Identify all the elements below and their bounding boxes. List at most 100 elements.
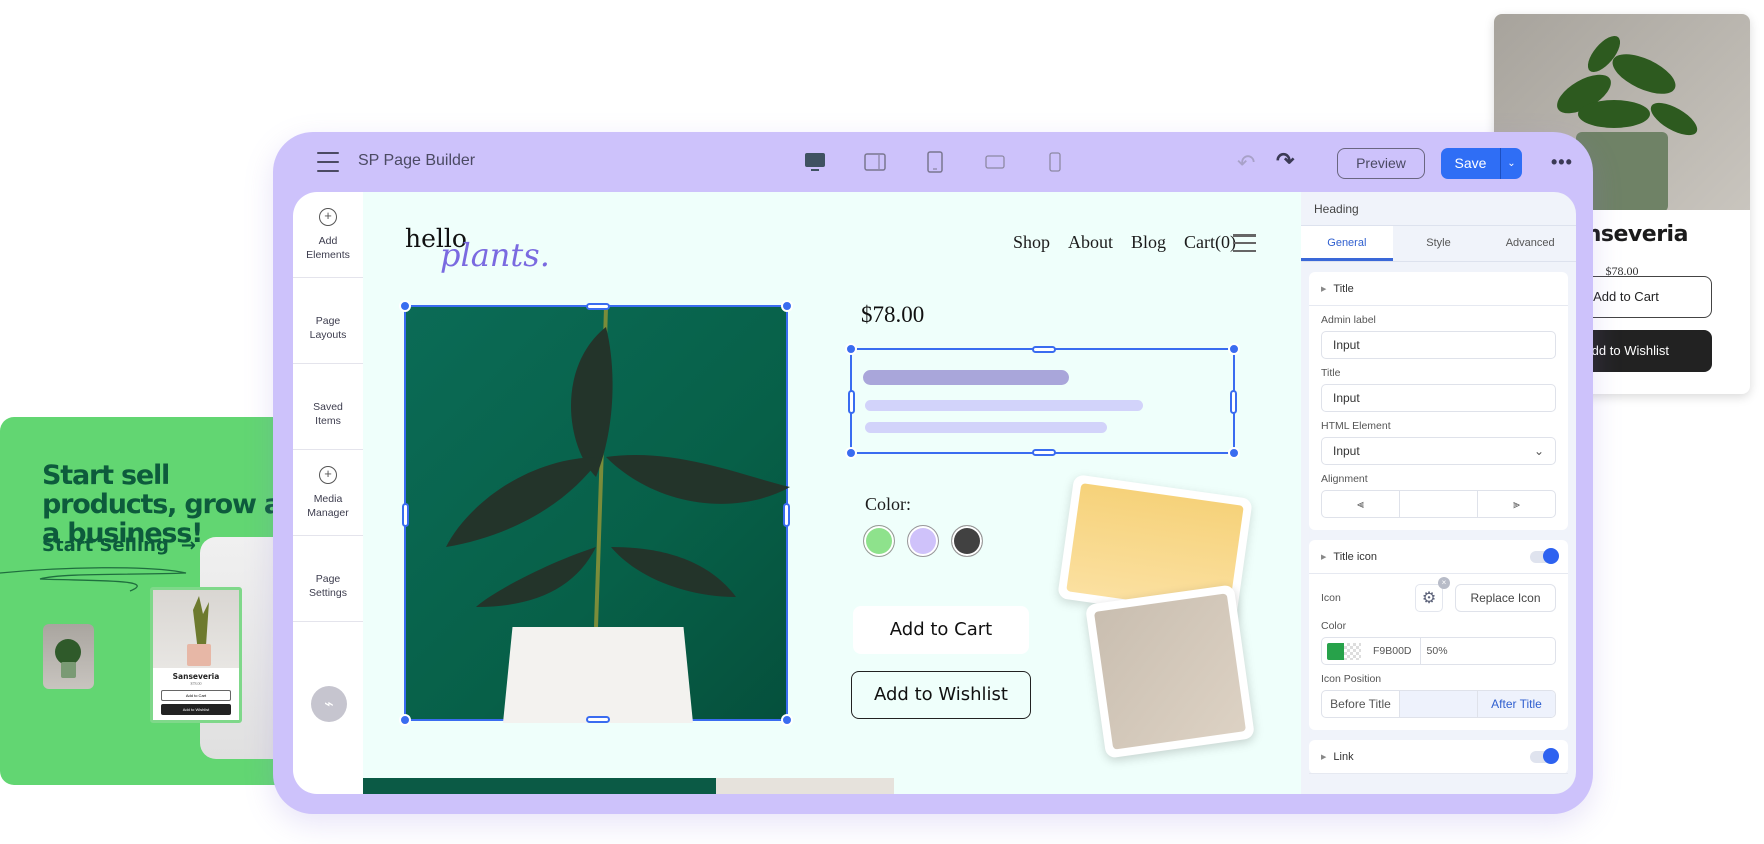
swatch-green[interactable] (863, 525, 895, 557)
sidebar-item-saved-items[interactable]: Saved Items (293, 364, 363, 450)
tab-advanced[interactable]: Advanced (1484, 226, 1576, 261)
gear-icon[interactable]: ⚙ × (1415, 577, 1450, 612)
resize-handle[interactable] (1228, 447, 1240, 459)
resize-handle[interactable] (399, 300, 411, 312)
save-options-chevron-icon[interactable]: ⌄ (1500, 148, 1522, 179)
tab-style[interactable]: Style (1393, 226, 1485, 261)
mobile-landscape-view-icon[interactable] (984, 152, 1006, 172)
mini-product-image (153, 590, 239, 668)
link-section: ▶ Link (1309, 740, 1568, 774)
hero-image-selected[interactable] (399, 300, 793, 726)
tablet-view-icon[interactable] (924, 151, 946, 173)
swatch-lavender[interactable] (907, 525, 939, 557)
caret-right-icon: ▶ (1321, 553, 1327, 561)
sidebar-item-label: Add Elements (306, 234, 350, 261)
save-button[interactable]: Save ⌄ (1441, 148, 1522, 179)
inspector-tabs: General Style Advanced (1301, 226, 1576, 262)
resize-handle[interactable] (1032, 449, 1056, 456)
page-builder-window: SP Page Builder ↶ ↷ Preview Save ⌄ ••• +… (273, 132, 1593, 814)
after-title-option[interactable]: After Title (1478, 691, 1555, 717)
mini-add-to-cart[interactable]: Add to Cart (161, 690, 231, 701)
align-center-icon[interactable] (1400, 491, 1478, 517)
title-icon-toggle[interactable] (1530, 547, 1559, 564)
menu-icon[interactable] (317, 152, 339, 172)
promo-card: Start sell products, grow as a business!… (0, 417, 290, 785)
align-left-icon[interactable]: ⫷ (1322, 491, 1400, 517)
nav-blog[interactable]: Blog (1131, 232, 1166, 253)
color-label: Color (1321, 620, 1347, 632)
resize-handle[interactable] (1032, 346, 1056, 353)
inspector-panel: Heading General Style Advanced ▶ Title Ad… (1301, 192, 1576, 794)
link-header[interactable]: ▶ Link (1309, 740, 1568, 774)
icon-position-control: Before Title After Title (1321, 690, 1556, 718)
terrazzo-pot (503, 627, 693, 723)
sidebar-item-label: Page Settings (309, 572, 347, 599)
mobile-view-icon[interactable] (1044, 152, 1066, 172)
sidebar-item-page-settings[interactable]: Page Settings (293, 536, 363, 622)
resize-handle[interactable] (783, 503, 790, 527)
title-section-header[interactable]: ▶ Title (1309, 272, 1568, 306)
section-title: Link (1333, 750, 1354, 763)
resize-handle[interactable] (781, 714, 793, 726)
remove-icon[interactable]: × (1438, 577, 1450, 589)
nav-about[interactable]: About (1068, 232, 1113, 253)
title-input[interactable]: Input (1321, 384, 1556, 412)
before-title-option[interactable]: Before Title (1322, 691, 1400, 717)
page-canvas: hello plants. Shop About Blog Cart(0) $7… (363, 192, 1301, 794)
align-right-icon[interactable]: ⫸ (1478, 491, 1555, 517)
admin-label-input[interactable]: Input (1321, 331, 1556, 359)
more-options-icon[interactable]: ••• (1551, 152, 1573, 173)
sidebar-item-add-elements[interactable]: + Add Elements (293, 192, 363, 278)
tools-sidebar: + Add Elements Page Layouts Saved Items … (293, 192, 363, 794)
resize-handle[interactable] (586, 303, 610, 310)
nav-cart[interactable]: Cart(0) (1184, 232, 1236, 253)
site-menu-icon[interactable] (1233, 234, 1256, 252)
nav-shop[interactable]: Shop (1013, 232, 1050, 253)
resize-handle[interactable] (845, 343, 857, 355)
resize-handle[interactable] (1230, 390, 1237, 414)
resize-handle[interactable] (781, 300, 793, 312)
preview-button[interactable]: Preview (1337, 148, 1425, 179)
tab-general[interactable]: General (1301, 226, 1393, 261)
swatch-charcoal[interactable] (951, 525, 983, 557)
promo-mini-product-card: Sanseveria $78.00 Add to Cart Add to Wis… (150, 587, 242, 723)
start-selling-link[interactable]: Start Selling → (42, 535, 196, 556)
add-to-wishlist-button[interactable]: Add to Wishlist (851, 671, 1031, 719)
middle-option[interactable] (1400, 691, 1478, 717)
redo-icon[interactable]: ↷ (1276, 148, 1294, 174)
icon-position-label: Icon Position (1321, 673, 1382, 685)
plus-circle-icon: + (319, 465, 337, 484)
sidebar-item-media-manager[interactable]: + Media Manager (293, 450, 363, 536)
color-picker[interactable]: F9B00D 50% (1321, 637, 1556, 665)
color-hex-value[interactable]: F9B00D (1373, 638, 1421, 664)
opacity-chip (1344, 642, 1361, 660)
clean-broom-icon[interactable]: ⌁ (311, 686, 347, 722)
color-label: Color: (865, 494, 912, 514)
resize-handle[interactable] (399, 714, 411, 726)
resize-handle[interactable] (848, 390, 855, 414)
add-to-cart-button[interactable]: Add to Cart (853, 606, 1029, 654)
replace-icon-button[interactable]: Replace Icon (1455, 584, 1556, 612)
mini-product-name: Sanseveria (172, 672, 220, 681)
section-title: Title (1333, 282, 1354, 295)
sidebar-item-label: Saved Items (313, 400, 343, 427)
undo-icon[interactable]: ↶ (1237, 150, 1255, 176)
desktop-view-icon[interactable] (804, 152, 826, 172)
html-element-select[interactable]: Input ⌄ (1321, 437, 1556, 465)
resize-handle[interactable] (586, 716, 610, 723)
resize-handle[interactable] (845, 447, 857, 459)
title-icon-header[interactable]: ▶ Title icon (1309, 540, 1568, 574)
tablet-landscape-view-icon[interactable] (864, 152, 886, 172)
color-chip[interactable] (1327, 642, 1344, 660)
alignment-label: Alignment (1321, 473, 1368, 485)
skeleton-line (863, 370, 1069, 385)
resize-handle[interactable] (1228, 343, 1240, 355)
sidebar-item-page-layouts[interactable]: Page Layouts (293, 278, 363, 364)
color-opacity-value[interactable]: 50% (1421, 645, 1448, 657)
caret-right-icon: ▶ (1321, 753, 1327, 761)
link-toggle[interactable] (1530, 747, 1559, 764)
skeleton-line (865, 422, 1107, 433)
selected-heading-block[interactable] (845, 343, 1240, 459)
resize-handle[interactable] (402, 503, 409, 527)
mini-add-to-wishlist[interactable]: Add to Wishlist (161, 704, 231, 715)
